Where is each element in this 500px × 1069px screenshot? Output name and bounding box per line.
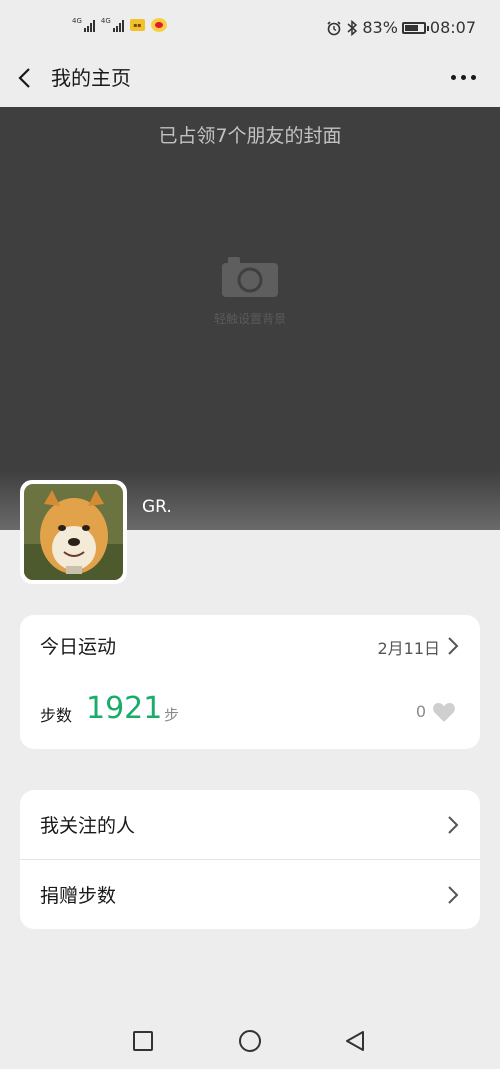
avatar[interactable]: [20, 480, 127, 584]
chevron-right-icon: [448, 886, 459, 904]
menu-card: 我关注的人 捐赠步数: [20, 790, 480, 929]
likes-count: 0: [415, 702, 426, 721]
page-title: 我的主页: [51, 66, 131, 90]
network-type-2: 4G: [100, 17, 111, 25]
menu-item-donate-steps[interactable]: 捐赠步数: [20, 860, 480, 929]
status-right: 83% 08:07: [326, 18, 476, 37]
clock: 08:07: [429, 18, 476, 37]
chevron-right-icon: [448, 637, 459, 655]
sport-date: 2月11日: [377, 639, 440, 658]
avatar-image: [24, 484, 123, 580]
chevron-right-icon: [448, 816, 459, 834]
battery-percent: 83%: [362, 18, 398, 37]
username: GR.: [142, 497, 172, 517]
camera-icon[interactable]: [222, 257, 278, 297]
back-icon[interactable]: [14, 66, 38, 90]
today-sport-label: 今日运动: [40, 636, 117, 658]
weibo-icon: [150, 18, 167, 32]
cover-hint: 轻触设置背景: [213, 312, 286, 326]
cover-area[interactable]: 已占领7个朋友的封面 轻触设置背景: [0, 107, 500, 530]
square-icon[interactable]: [132, 1030, 154, 1052]
status-left: 4G 4G ▪▪: [72, 18, 167, 32]
steps-unit: 步: [164, 706, 180, 724]
network-type-1: 4G: [72, 17, 82, 25]
donate-label: 捐赠步数: [40, 885, 117, 907]
today-sport-row[interactable]: 今日运动 2月11日: [20, 615, 480, 677]
heart-icon[interactable]: [432, 701, 456, 723]
signal-icon-2: 4G: [101, 18, 124, 32]
cover-caption: 已占领7个朋友的封面: [158, 125, 342, 147]
system-nav-bar: [0, 1010, 500, 1069]
alarm-icon: [327, 20, 341, 35]
triangle-back-icon[interactable]: [344, 1030, 366, 1052]
bluetooth-icon: [347, 19, 358, 36]
signal-icon: 4G: [72, 18, 95, 32]
steps-label: 步数: [40, 706, 73, 725]
notification-app-icon: ▪▪: [129, 19, 145, 31]
steps-value: 1921: [86, 691, 163, 726]
following-label: 我关注的人: [40, 815, 136, 837]
status-bar: 4G 4G ▪▪ 83% 08:07: [0, 0, 500, 56]
more-icon[interactable]: [451, 75, 476, 80]
menu-item-following[interactable]: 我关注的人: [20, 790, 480, 859]
circle-icon[interactable]: [238, 1030, 262, 1054]
nav-bar: 我的主页: [0, 56, 500, 106]
sport-card: 今日运动 2月11日 步数 1921 步 0: [20, 615, 480, 749]
battery-icon: [401, 21, 429, 34]
